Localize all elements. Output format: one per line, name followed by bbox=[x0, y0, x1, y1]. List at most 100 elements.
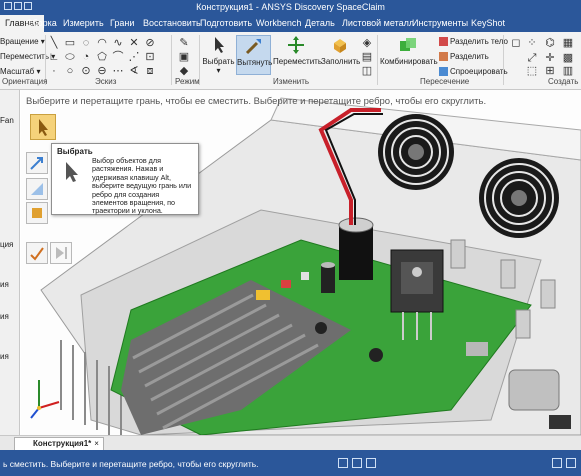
split-body-button[interactable]: Разделить тело bbox=[439, 37, 508, 47]
sketch-point-icon[interactable]: ∟ bbox=[48, 51, 60, 63]
tab-detail[interactable]: Деталь bbox=[305, 18, 335, 28]
tree-item[interactable]: ия bbox=[0, 352, 9, 361]
sketch-sweep-icon[interactable]: ⊖ bbox=[96, 65, 108, 77]
rotate-button[interactable]: Вращение ▾ bbox=[0, 37, 45, 46]
tab-sheet-metal[interactable]: Листовой металл bbox=[342, 18, 414, 28]
sketch-mode-icon[interactable]: ✎ bbox=[178, 37, 190, 49]
tree-item[interactable]: ия bbox=[0, 280, 9, 289]
group-label-intersect: Пересечение bbox=[420, 77, 470, 86]
split-label: Разделить bbox=[450, 52, 489, 61]
fill-label: Заполнить bbox=[321, 57, 361, 66]
section-mode-icon[interactable]: ▣ bbox=[178, 51, 190, 63]
next-button[interactable] bbox=[50, 242, 72, 264]
sketch-scale-icon[interactable]: ⧈ bbox=[144, 65, 156, 77]
tooltip-title: Выбрать bbox=[57, 147, 93, 156]
side-port[interactable] bbox=[549, 415, 571, 429]
create-sphere-icon[interactable]: ▩ bbox=[562, 52, 574, 64]
sketch-tangent-icon[interactable]: ◔ bbox=[80, 51, 92, 63]
shell-icon[interactable]: ▤ bbox=[361, 51, 373, 63]
sketch-offset-icon[interactable]: ⊘ bbox=[144, 37, 156, 49]
pull-edge-icon bbox=[31, 183, 43, 195]
create-equation-icon[interactable]: ⊞ bbox=[544, 65, 556, 77]
tree-item[interactable]: ция bbox=[0, 240, 13, 249]
split-body-icon bbox=[439, 37, 448, 47]
model-render[interactable] bbox=[21, 90, 581, 435]
group-label-mode: Режим bbox=[175, 77, 200, 86]
pull-label: Вытянуть bbox=[237, 58, 273, 67]
tab-repair[interactable]: Восстановить bbox=[143, 18, 201, 28]
sketch-extend-icon[interactable]: ⋰ bbox=[128, 51, 140, 63]
tab-workbench[interactable]: Workbench bbox=[256, 18, 301, 28]
tab-tools[interactable]: Инструменты bbox=[412, 18, 468, 28]
sketch-mirror-icon[interactable]: ⋯ bbox=[112, 65, 124, 77]
status-icon[interactable] bbox=[338, 458, 348, 468]
status-icon[interactable] bbox=[352, 458, 362, 468]
window-title: Конструкция1 - ANSYS Discovery SpaceClai… bbox=[196, 2, 385, 12]
move-icon bbox=[288, 36, 304, 54]
tab-measure[interactable]: Измерить bbox=[63, 18, 104, 28]
sketch-line-icon[interactable]: ╲ bbox=[48, 37, 60, 49]
create-shell-icon[interactable]: ⬚ bbox=[526, 65, 538, 77]
fan-right[interactable] bbox=[479, 158, 559, 238]
pivot-button[interactable] bbox=[26, 202, 48, 224]
create-box-icon[interactable]: ◻ bbox=[510, 37, 522, 49]
sketch-circle-icon[interactable]: ◌ bbox=[80, 37, 92, 49]
viewport-hint: Выберите и перетащите грань, чтобы ее см… bbox=[26, 96, 487, 107]
status-icon[interactable] bbox=[566, 458, 576, 468]
sketch-bend-icon[interactable]: ∢ bbox=[128, 65, 140, 77]
pull-button[interactable]: Вытянуть bbox=[236, 35, 273, 75]
tab-faces[interactable]: Грани bbox=[110, 18, 134, 28]
pull-edge-button[interactable] bbox=[26, 178, 48, 200]
zoom-button[interactable]: Масштаб ▾ bbox=[0, 67, 40, 76]
sketch-ellipse-icon[interactable]: ⬭ bbox=[64, 51, 76, 63]
sketch-trim-icon[interactable]: ✕ bbox=[128, 37, 140, 49]
create-pattern-icon[interactable]: ▥ bbox=[562, 65, 574, 77]
document-tab[interactable]: Конструкция1* × bbox=[14, 437, 104, 450]
sketch-three-point-icon[interactable]: ⊙ bbox=[80, 65, 92, 77]
fill-icon bbox=[334, 39, 346, 53]
combine-button[interactable]: Комбинировать bbox=[380, 35, 438, 75]
tab-assembly[interactable]: Сборка bbox=[26, 18, 57, 28]
sketch-spline-icon[interactable]: ∿ bbox=[112, 37, 124, 49]
sketch-fillet-icon[interactable]: ⌒ bbox=[112, 51, 124, 63]
pan-button[interactable]: Переместить ▾ bbox=[0, 52, 55, 61]
sketch-polygon-icon[interactable]: ⬠ bbox=[96, 51, 108, 63]
tree-item[interactable]: Fan bbox=[0, 116, 14, 125]
tab-prepare[interactable]: Подготовить bbox=[200, 18, 252, 28]
sketch-oval-icon[interactable]: ○ bbox=[64, 65, 76, 77]
offset-icon[interactable]: ◫ bbox=[361, 65, 373, 77]
separator bbox=[171, 35, 172, 85]
tab-keyshot[interactable]: KeyShot bbox=[471, 18, 505, 28]
db-connector[interactable] bbox=[508, 369, 560, 411]
tooltip: Выбрать Выбор объектов для растяжения. Н… bbox=[51, 143, 199, 215]
fill-button[interactable]: Заполнить bbox=[321, 35, 361, 75]
create-axis-icon[interactable]: ⤢ bbox=[526, 52, 538, 64]
create-origin-icon[interactable]: ✛ bbox=[544, 52, 556, 64]
select-button[interactable]: Выбрать ▾ bbox=[202, 35, 235, 75]
close-icon[interactable]: × bbox=[94, 439, 99, 448]
split-button[interactable]: Разделить bbox=[439, 52, 489, 62]
sketch-rect-icon[interactable]: ▭ bbox=[64, 37, 76, 49]
select-label: Выбрать bbox=[202, 57, 235, 66]
group-label-sketch: Эскиз bbox=[95, 77, 117, 86]
group-label-orient: Ориентация bbox=[2, 77, 48, 86]
3d-mode-icon[interactable]: ◆ bbox=[178, 65, 190, 77]
blend-icon[interactable]: ◈ bbox=[361, 37, 373, 49]
project-button[interactable]: Спроецировать bbox=[439, 67, 508, 77]
sketch-arc-icon[interactable]: ◠ bbox=[96, 37, 108, 49]
create-cylinder-icon[interactable]: ⌬ bbox=[544, 37, 556, 49]
tree-item[interactable]: ия bbox=[0, 312, 9, 321]
status-icon[interactable] bbox=[552, 458, 562, 468]
complete-button[interactable] bbox=[26, 242, 48, 264]
project-label: Спроецировать bbox=[450, 67, 508, 76]
pull-direction-button[interactable] bbox=[26, 152, 48, 174]
select-tool-button[interactable] bbox=[30, 114, 56, 140]
create-plane-icon[interactable]: ▦ bbox=[562, 37, 574, 49]
fan-left[interactable] bbox=[378, 114, 454, 190]
sketch-dot-icon[interactable]: · bbox=[48, 65, 60, 77]
create-point-icon[interactable]: ⁘ bbox=[526, 37, 538, 49]
status-icon[interactable] bbox=[366, 458, 376, 468]
3d-viewport[interactable]: Выберите и перетащите грань, чтобы ее см… bbox=[21, 90, 581, 435]
move-button[interactable]: Переместить bbox=[273, 35, 322, 75]
sketch-project-icon[interactable]: ⊡ bbox=[144, 51, 156, 63]
